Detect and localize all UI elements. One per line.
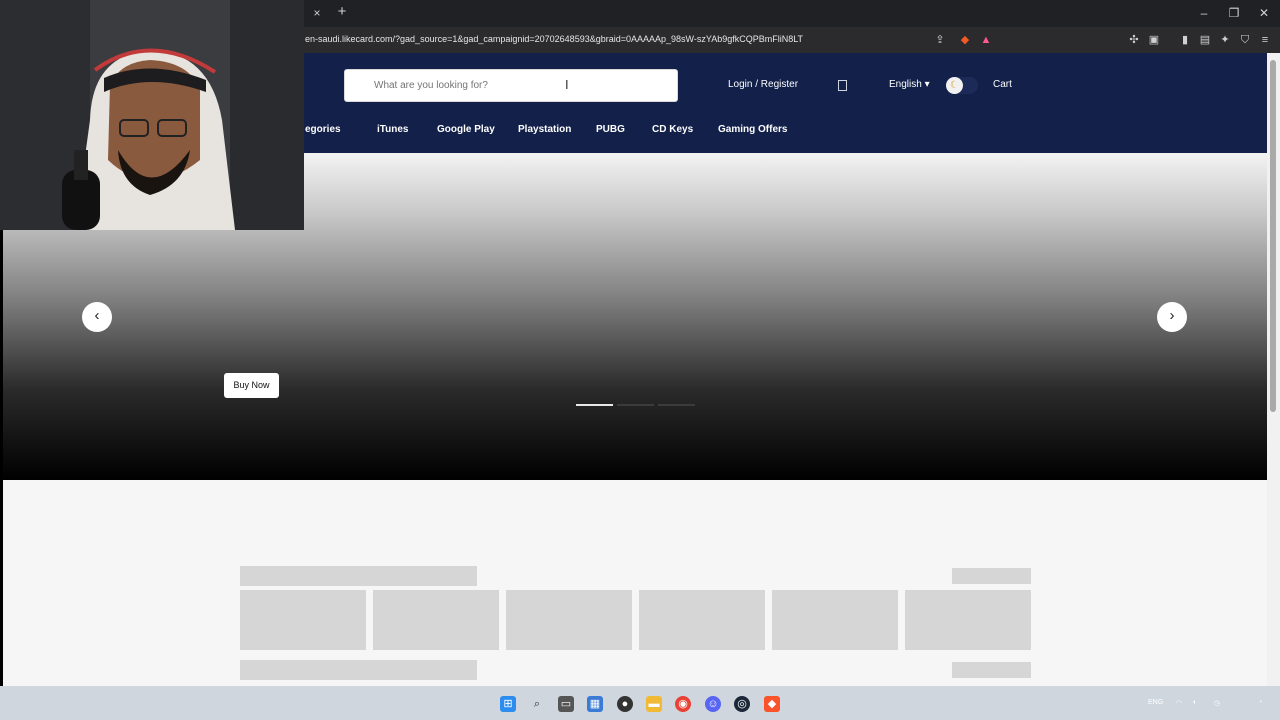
vpn-icon[interactable]: ⛉ [1238, 33, 1252, 47]
nav-item-categories[interactable]: egories [305, 124, 341, 135]
nav-item-gaming-offers[interactable]: Gaming Offers [718, 124, 787, 135]
screenshot-icon[interactable]: ▣ [1147, 33, 1161, 47]
brave-shield-icon[interactable]: ◆ [958, 33, 972, 47]
tray-clock-icon[interactable]: ◷ [1214, 699, 1220, 707]
start-icon[interactable]: ⊞ [500, 696, 516, 712]
steam-icon[interactable]: ◎ [734, 696, 750, 712]
language-selector[interactable]: English ▾ [889, 79, 930, 90]
task-view-icon[interactable]: ▭ [558, 696, 574, 712]
product-card-skeleton [506, 590, 632, 650]
taskbar [0, 686, 1280, 720]
screen: × + – ❐ ✕ en-saudi.likecard.com/?gad_sou… [0, 0, 1280, 720]
product-card-skeleton [639, 590, 765, 650]
carousel-dot-1[interactable] [576, 404, 613, 406]
nav-item-cd-keys[interactable]: CD Keys [652, 124, 693, 135]
leo-ai-icon[interactable]: ✦ [1218, 33, 1232, 47]
brave-icon[interactable]: ◆ [764, 696, 780, 712]
section-title-skeleton [240, 566, 477, 586]
product-card-skeleton [240, 590, 366, 650]
carousel-dot-2[interactable] [617, 404, 654, 406]
favorites-icon[interactable] [838, 80, 847, 91]
tray-language-icon[interactable]: ENG [1148, 699, 1163, 706]
product-card-skeleton [373, 590, 499, 650]
sidebar-icon[interactable]: ▮ [1178, 33, 1192, 47]
minimize-button[interactable]: – [1195, 5, 1213, 21]
widgets-icon[interactable]: ▦ [587, 696, 603, 712]
tray-wifi-icon[interactable]: ◠ [1176, 699, 1182, 707]
product-card-skeleton [772, 590, 898, 650]
url-text[interactable]: en-saudi.likecard.com/?gad_source=1&gad_… [305, 34, 803, 44]
close-window-button[interactable]: ✕ [1255, 5, 1273, 21]
carousel-dot-3[interactable] [658, 404, 695, 406]
content-section [3, 480, 1267, 686]
menu-icon[interactable]: ≡ [1258, 33, 1272, 47]
product-card-skeleton [905, 590, 1031, 650]
webcam-overlay [0, 0, 304, 230]
tab-close-button[interactable]: × [309, 5, 325, 21]
carousel-next-button[interactable]: › [1157, 302, 1187, 332]
restore-button[interactable]: ❐ [1225, 5, 1243, 21]
nav-item-playstation[interactable]: Playstation [518, 124, 571, 135]
discord-icon[interactable]: ☺ [705, 696, 721, 712]
scrollbar-thumb[interactable] [1270, 60, 1276, 412]
tray-volume-icon[interactable]: ◖ [1192, 699, 1196, 706]
brave-rewards-icon[interactable]: ▲ [979, 33, 993, 47]
search-icon[interactable]: ⌕ [529, 696, 545, 712]
extensions-icon[interactable]: ✣ [1127, 33, 1141, 47]
wallet-icon[interactable]: ▤ [1198, 33, 1212, 47]
obs-icon[interactable]: ● [617, 696, 633, 712]
text-cursor-icon: I [565, 77, 569, 92]
share-icon[interactable]: ⇪ [933, 33, 947, 47]
search-input[interactable] [374, 78, 554, 92]
chrome-icon[interactable]: ◉ [675, 696, 691, 712]
cart-link[interactable]: Cart [993, 79, 1012, 90]
login-register-link[interactable]: Login / Register [728, 79, 798, 90]
moon-icon[interactable]: ☾ [946, 77, 963, 94]
view-all-skeleton [952, 568, 1031, 584]
file-explorer-icon[interactable]: ▬ [646, 696, 662, 712]
carousel-prev-button[interactable]: ‹ [82, 302, 112, 332]
notifications-icon[interactable]: ◔ [1258, 699, 1262, 706]
streamer-image [0, 0, 304, 230]
new-tab-button[interactable]: + [334, 4, 350, 20]
nav-item-itunes[interactable]: iTunes [377, 124, 408, 135]
buy-now-button[interactable]: Buy Now [224, 373, 279, 398]
section-title-skeleton [240, 660, 477, 680]
nav-item-pubg[interactable]: PUBG [596, 124, 625, 135]
nav-item-google-play[interactable]: Google Play [437, 124, 495, 135]
view-all-skeleton [952, 662, 1031, 678]
